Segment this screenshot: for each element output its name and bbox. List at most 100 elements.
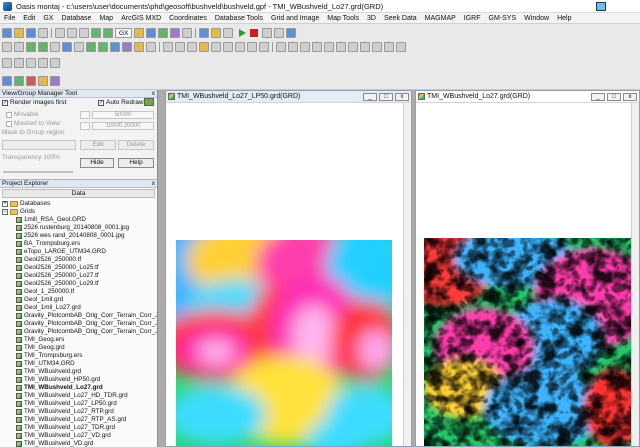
delete-button[interactable]: Delete (118, 140, 154, 150)
help-button[interactable]: Help (118, 158, 154, 168)
layer-down-icon[interactable] (110, 41, 120, 52)
link-icon[interactable] (235, 41, 245, 52)
tree-item-grid[interactable]: TMI_WBushveld_Lo27_VD.grd (0, 432, 157, 440)
window-icon[interactable] (286, 27, 297, 38)
render-images-first-option[interactable]: ✓ Render images first (2, 99, 66, 106)
ellipse-icon[interactable] (336, 41, 346, 52)
run-icon[interactable] (239, 28, 247, 37)
redraw-icon[interactable] (144, 98, 154, 106)
tree-item-grid[interactable]: Geol2526_250000.tf (0, 256, 157, 264)
tree-item-grid[interactable]: TMI_WBushveld_Lo27_RTP_AS.grd (0, 416, 157, 424)
tree-item-grid[interactable]: TMI_Geog.grd (0, 344, 157, 352)
database-icon[interactable] (146, 27, 157, 38)
redraw-icon[interactable] (175, 41, 185, 52)
tree-item-grid[interactable]: TMI_WBushveld_VD.grd (0, 440, 157, 447)
symbol-icon[interactable] (396, 41, 406, 52)
step-icon[interactable] (274, 27, 285, 38)
contour-icon[interactable] (14, 75, 24, 86)
tree-item-grid[interactable]: BA_Trompsburg.ers (0, 240, 157, 248)
tool-d-icon[interactable] (38, 57, 48, 68)
tree-item-grid[interactable]: TMI_WBushveld_Lo27_HD_TDR.grd (0, 392, 157, 400)
tree-node-databases[interactable]: + Databases (0, 200, 157, 208)
save-icon[interactable] (26, 27, 36, 38)
fit-icon[interactable] (50, 41, 60, 52)
text-icon[interactable] (259, 41, 269, 52)
polyline-icon[interactable] (300, 41, 310, 52)
list-icon[interactable] (223, 27, 234, 38)
rectangle-icon[interactable] (312, 41, 322, 52)
gx-button[interactable]: GX (115, 27, 133, 38)
mask-region-dropdown[interactable] (2, 140, 76, 150)
tree-item-grid[interactable]: TMI_WBushveld.grd (0, 368, 157, 376)
menu-map-tools[interactable]: Map Tools (327, 15, 359, 22)
map-window-titlebar[interactable]: TMI_WBushveld_Lo27_LP50.grd(GRD) _ □ x (166, 91, 411, 103)
line-icon[interactable] (288, 41, 298, 52)
map-window-titlebar[interactable]: TMI_WBushveld_Lo27.grd(GRD) _ □ x (416, 91, 639, 103)
zoom-out-icon[interactable] (38, 41, 48, 52)
profile-icon[interactable] (199, 41, 209, 52)
tree-item-grid[interactable]: Geol_1_250000.tf (0, 288, 157, 296)
tree-item-grid[interactable]: TMI_WBushveld_HP50.grd (0, 376, 157, 384)
settings-icon[interactable] (134, 27, 145, 38)
menu-help[interactable]: Help (557, 15, 571, 22)
copy-icon[interactable] (67, 27, 77, 38)
cut-icon[interactable] (55, 27, 65, 38)
script-icon[interactable] (199, 27, 210, 38)
system-tray-icon[interactable] (596, 2, 606, 11)
tool-c-icon[interactable] (26, 57, 36, 68)
menu-arcgis-mxd[interactable]: ArcGIS MXD (121, 15, 161, 22)
cursor-icon[interactable] (62, 41, 72, 52)
tree-item-grid[interactable]: eTopo_LARGE_UTM34.GRD (0, 248, 157, 256)
tree-item-grid[interactable]: Geol_1mil_Lo27.grd (0, 304, 157, 312)
checkbox-checked-icon[interactable]: ✓ (98, 99, 104, 106)
hide-button[interactable]: Hide (80, 158, 114, 168)
grid-image-lo27[interactable] (424, 238, 638, 446)
legend-icon[interactable] (50, 75, 60, 86)
checkbox-icon[interactable] (6, 120, 12, 127)
pause-icon[interactable] (262, 27, 273, 38)
auto-redraw-option[interactable]: ✓ Auto Redraw (98, 99, 144, 106)
tree-item-grid[interactable]: Gravity_PlotcombAB_Orig_Corr_Terrain_Cor… (0, 312, 157, 320)
polygon-icon[interactable] (348, 41, 358, 52)
color-bar-icon[interactable] (26, 75, 36, 86)
stop-icon[interactable] (250, 28, 259, 37)
draw-icon[interactable] (384, 41, 394, 52)
tab-data[interactable]: Data (2, 189, 155, 198)
map-window-lp50[interactable]: TMI_WBushveld_Lo27_LP50.grd(GRD) _ □ x (165, 90, 412, 447)
close-icon[interactable]: x (152, 90, 155, 98)
tree-item-grid[interactable]: Geol2526_250000_Lo29.tf (0, 280, 157, 288)
measure-icon[interactable] (211, 41, 221, 52)
menu-edit[interactable]: Edit (23, 15, 35, 22)
pan-icon[interactable] (14, 41, 24, 52)
edit-button[interactable]: Edit (80, 140, 116, 150)
menu-map[interactable]: Map (99, 15, 113, 22)
menu-database[interactable]: Database (61, 15, 91, 22)
menu-coordinates[interactable]: Coordinates (169, 15, 207, 22)
checkbox-icon[interactable] (6, 111, 12, 118)
tree-item-grid[interactable]: TMI_WBushveld_Lo27_LP50.grd (0, 400, 157, 408)
tree-item-grid[interactable]: TMI_WBushveld_Lo27.grd (0, 384, 157, 392)
collapse-icon[interactable]: − (2, 209, 8, 215)
menu-igrf[interactable]: IGRF (464, 15, 481, 22)
menu-database-tools[interactable]: Database Tools (215, 15, 263, 22)
tool-b-icon[interactable] (14, 57, 24, 68)
color-icon[interactable] (122, 41, 132, 52)
layer-icon[interactable] (86, 41, 96, 52)
map-window-lo27[interactable]: TMI_WBushveld_Lo27.grd(GRD) _ □ x (415, 90, 640, 447)
edit-vertex-icon[interactable] (372, 41, 382, 52)
tool-a-icon[interactable] (2, 57, 12, 68)
menu-magmap[interactable]: MAGMAP (425, 15, 456, 22)
crosshair-icon[interactable] (223, 41, 233, 52)
tree-node-grids[interactable]: − Grids (0, 208, 157, 216)
select-icon[interactable] (2, 41, 12, 52)
layer-up-icon[interactable] (98, 41, 108, 52)
close-icon[interactable]: x (623, 93, 637, 101)
zoom-range-field[interactable]: 10000.20000 (92, 122, 154, 130)
shadow-icon[interactable] (38, 75, 48, 86)
close-icon[interactable]: x (152, 180, 155, 188)
menu-grid-and-image[interactable]: Grid and Image (271, 15, 319, 22)
tree-item-grid[interactable]: TMI_WBushveld_Lo27_RTP.grd (0, 408, 157, 416)
shade-icon[interactable] (134, 41, 144, 52)
transparency-slider[interactable] (3, 171, 73, 173)
zoom-window-icon[interactable] (146, 41, 156, 52)
